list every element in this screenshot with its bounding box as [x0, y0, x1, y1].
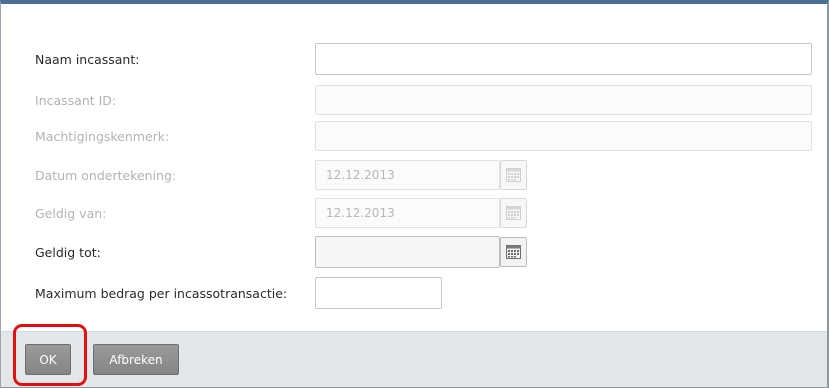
dialog-footer: OK Afbreken — [1, 331, 827, 387]
calendar-icon — [506, 245, 521, 259]
label-naam-incassant: Naam incassant: — [35, 52, 140, 67]
incassant-id-input — [315, 85, 812, 115]
datum-ondertekening-calendar-button — [500, 160, 527, 190]
maximum-bedrag-input[interactable] — [315, 277, 442, 309]
label-geldig-tot: Geldig tot: — [35, 245, 101, 260]
datum-ondertekening-input: 12.12.2013 — [315, 160, 500, 190]
label-geldig-van: Geldig van: — [35, 206, 107, 221]
calendar-icon — [506, 206, 521, 220]
geldig-tot-input[interactable] — [315, 236, 500, 268]
cancel-button[interactable]: Afbreken — [93, 344, 179, 375]
geldig-van-calendar-button — [500, 198, 527, 228]
geldig-van-value: 12.12.2013 — [326, 206, 395, 220]
datum-ondertekening-value: 12.12.2013 — [326, 168, 395, 182]
naam-incassant-input[interactable] — [315, 43, 812, 75]
machtigingskenmerk-input — [315, 121, 812, 151]
label-machtigingskenmerk: Machtigingskenmerk: — [35, 129, 170, 144]
geldig-tot-calendar-button[interactable] — [500, 237, 527, 267]
label-maximum-bedrag: Maximum bedrag per incassotransactie: — [35, 286, 288, 301]
dialog-window: Naam incassant: Incassant ID: Machtiging… — [0, 0, 829, 388]
label-incassant-id: Incassant ID: — [35, 93, 117, 108]
calendar-icon — [506, 168, 521, 182]
label-datum-ondertekening: Datum ondertekening: — [35, 168, 177, 183]
ok-button-highlight — [13, 324, 87, 386]
geldig-van-input: 12.12.2013 — [315, 198, 500, 228]
